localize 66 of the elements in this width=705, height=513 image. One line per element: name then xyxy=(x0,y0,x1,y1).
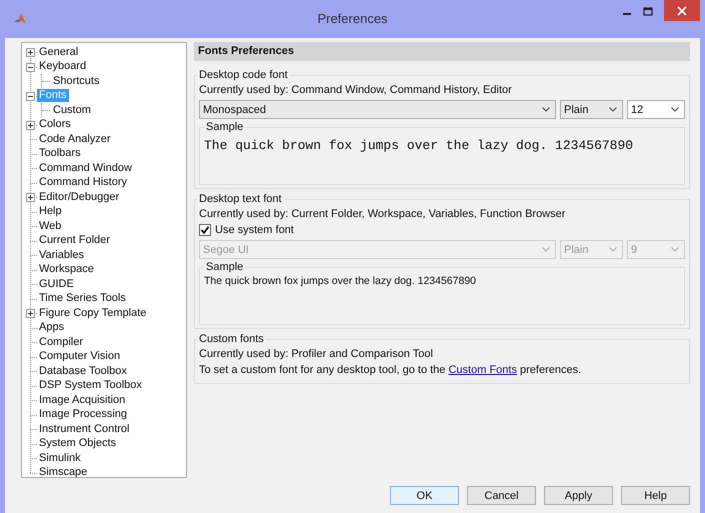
tree-item[interactable]: Image Acquisition xyxy=(37,394,128,407)
chevron-down-icon xyxy=(671,107,679,112)
tree-item[interactable]: DSP System Toolbox xyxy=(37,379,144,392)
tree-item[interactable]: GUIDE xyxy=(37,278,76,291)
chevron-down-icon xyxy=(671,247,679,252)
tree-item[interactable]: Simulink xyxy=(37,452,83,465)
tree-item[interactable]: Custom xyxy=(51,104,93,117)
maximize-icon[interactable] xyxy=(643,7,653,17)
dialog-button[interactable]: Cancel xyxy=(467,486,536,505)
sample-text: The quick brown fox jumps over the lazy dog. 1234567890 xyxy=(204,138,634,153)
window-title: Preferences xyxy=(317,11,388,26)
group-title: Custom fonts xyxy=(198,333,265,345)
tree-item[interactable]: Workspace xyxy=(37,263,96,276)
style-dropdown[interactable]: Plain xyxy=(560,100,623,119)
tree-item[interactable]: General xyxy=(37,46,80,59)
tree-item[interactable]: Apps xyxy=(37,321,66,334)
chevron-down-icon xyxy=(609,247,617,252)
tree-item[interactable]: Database Toolbox xyxy=(37,364,129,378)
tree-item[interactable]: Image Processing xyxy=(37,408,130,422)
expand-icon[interactable] xyxy=(26,193,35,202)
expand-icon[interactable] xyxy=(26,120,35,130)
dialog-button[interactable]: OK xyxy=(390,486,459,505)
collapse-icon[interactable] xyxy=(26,92,35,101)
tree-item[interactable]: Command Window xyxy=(37,162,134,175)
chevron-down-icon xyxy=(542,247,550,252)
chevron-down-icon xyxy=(542,107,550,112)
custom-fonts-link[interactable]: Custom Fonts xyxy=(448,364,517,376)
tree-item[interactable]: Keyboard xyxy=(37,60,88,74)
close-icon xyxy=(677,6,687,16)
group-title: Desktop text font xyxy=(198,193,283,205)
used-by-text: Currently used by: Profiler and Comparison Tool xyxy=(199,348,434,360)
size-dropdown[interactable]: 12 xyxy=(627,100,685,119)
tree-item[interactable]: Instrument Control xyxy=(37,422,132,436)
sample-label: Sample xyxy=(205,121,244,133)
tree-item[interactable]: Command History xyxy=(37,176,130,190)
chevron-down-icon xyxy=(609,107,617,112)
panel-header: Fonts Preferences xyxy=(194,42,690,61)
tree-item[interactable]: Variables xyxy=(37,248,86,262)
collapse-icon[interactable] xyxy=(26,62,35,72)
used-by-text: Currently used by: Command Window, Command History, Editor xyxy=(199,84,513,96)
sample-label: Sample xyxy=(205,261,244,273)
tree-item[interactable]: Current Folder xyxy=(37,234,112,248)
custom-fonts-note: To set a custom font for any desktop tool, go to the Custom Fonts preferences. xyxy=(199,364,582,376)
tree-item[interactable]: Colors xyxy=(37,118,73,132)
tree-item[interactable]: Time Series Tools xyxy=(37,292,128,306)
sample-text: The quick brown fox jumps over the lazy dog. 1234567890 xyxy=(204,275,478,287)
tree-item[interactable]: Figure Copy Template xyxy=(37,306,148,320)
dialog-button[interactable]: Help xyxy=(621,486,690,505)
tree-item[interactable]: Code Analyzer xyxy=(37,132,113,146)
expand-icon[interactable] xyxy=(26,48,35,58)
group-title: Desktop code font xyxy=(198,69,289,81)
tree-item[interactable]: Shortcuts xyxy=(51,74,102,88)
tree-item[interactable]: Editor/Debugger xyxy=(37,190,122,204)
tree-item[interactable]: Web xyxy=(37,220,64,233)
expand-icon[interactable] xyxy=(26,309,35,318)
tree-item[interactable]: Compiler xyxy=(37,336,86,349)
dialog-button[interactable]: Apply xyxy=(544,486,613,505)
close-button[interactable] xyxy=(664,0,700,21)
tree-item[interactable]: Simscape xyxy=(37,466,90,480)
tree-item[interactable]: System Objects xyxy=(37,437,118,450)
tree-item[interactable]: Toolbars xyxy=(37,147,83,160)
app-logo-icon xyxy=(13,12,27,26)
tree-item[interactable]: Help xyxy=(37,205,64,218)
used-by-text: Currently used by: Current Folder, Workspace, Variables, Function Browser xyxy=(199,208,566,220)
font-dropdown[interactable]: Monospaced xyxy=(199,100,556,119)
tree-item[interactable]: Computer Vision xyxy=(37,350,122,364)
